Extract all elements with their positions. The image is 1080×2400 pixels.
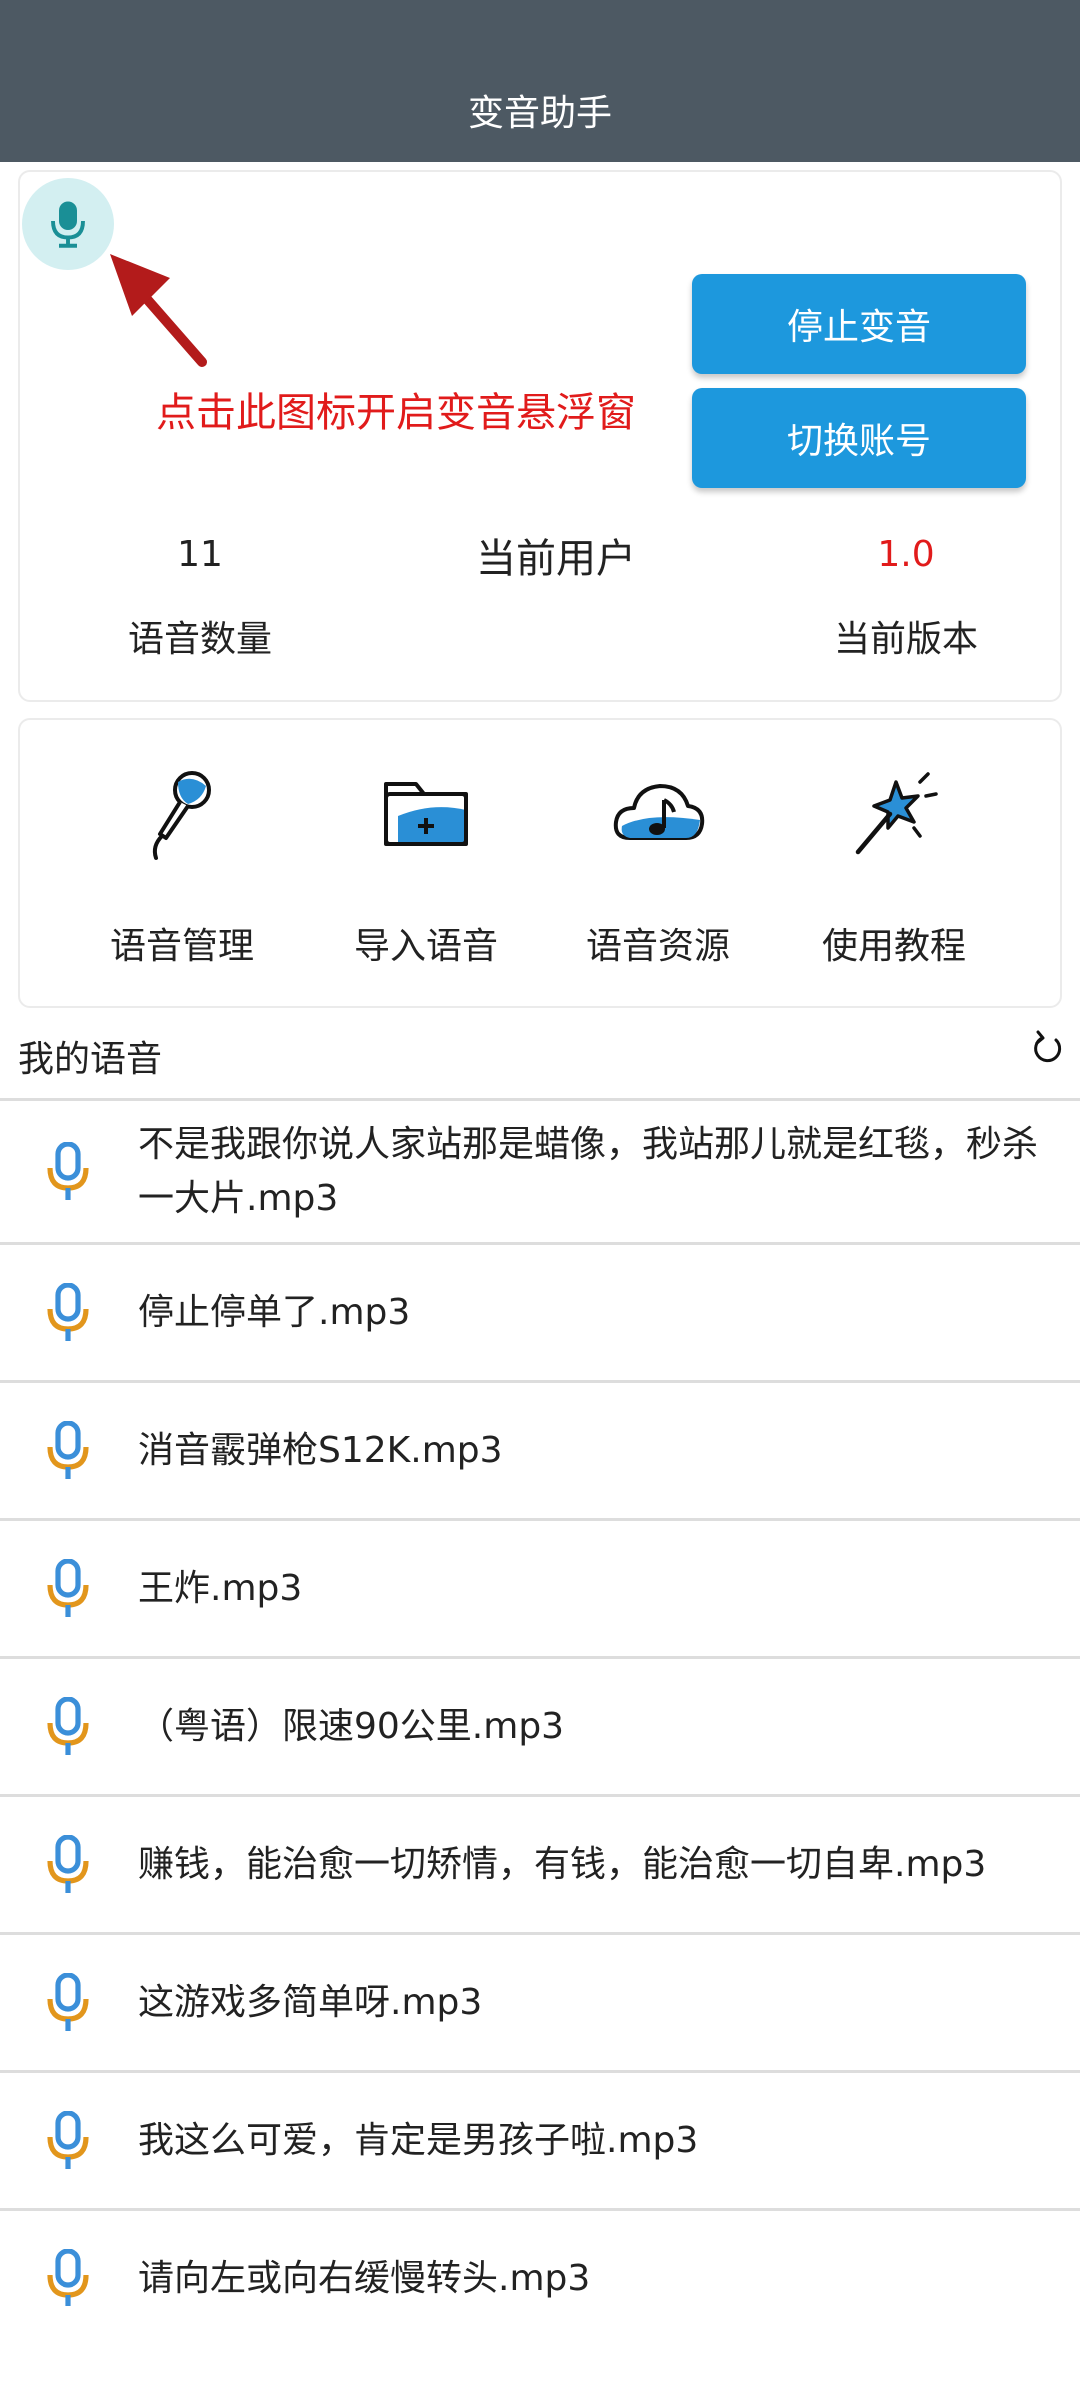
magic-wand-icon: [855, 772, 938, 855]
import-voice-button[interactable]: 导入语音: [306, 742, 546, 982]
hint-arrow-icon: [110, 254, 207, 367]
stop-voice-change-button[interactable]: 停止变音: [692, 274, 1026, 374]
version-value: 1.0: [877, 534, 935, 575]
microphone-icon: [47, 2248, 89, 2306]
voice-list-item[interactable]: 请向左或向右缓慢转头.mp3: [0, 2211, 1080, 2306]
microphone-icon: [47, 1141, 89, 1200]
tutorial-button[interactable]: 使用教程: [774, 742, 1014, 982]
voice-list-item[interactable]: 停止停单了.mp3: [0, 1245, 1080, 1383]
voice-list: 不是我跟你说人家站那是蜡像，我站那儿就是红毯，秒杀一大片.mp3 停止停单了.mp…: [0, 1098, 1080, 2306]
microphone-icon: [47, 1834, 89, 1893]
voice-file-name: 王炸.mp3: [138, 1567, 303, 1609]
folder-add-icon: [384, 782, 468, 846]
floating-mic-button[interactable]: [22, 178, 114, 270]
switch-account-button[interactable]: 切换账号: [692, 388, 1026, 488]
voice-list-item[interactable]: 赚钱，能治愈一切矫情，有钱，能治愈一切自卑.mp3: [0, 1797, 1080, 1935]
voice-list-item[interactable]: 我这么可爱，肯定是男孩子啦.mp3: [0, 2073, 1080, 2211]
voice-management-button[interactable]: 语音管理: [62, 742, 302, 982]
floating-window-hint: 点击此图标开启变音悬浮窗: [156, 390, 636, 436]
tutorial-label: 使用教程: [821, 926, 966, 967]
microphone-icon: [47, 1972, 89, 2031]
voice-list-item[interactable]: 消音霰弹枪S12K.mp3: [0, 1383, 1080, 1521]
voice-file-name: 赚钱，能治愈一切矫情，有钱，能治愈一切自卑.mp3: [138, 1843, 987, 1885]
voice-file-name: 不是我跟你说人家站那是蜡像，我站那儿就是红毯，秒杀一大片.mp3: [138, 1123, 1039, 1219]
voice-file-name: 这游戏多简单呀.mp3: [138, 1981, 483, 2023]
cloud-music-icon: [613, 784, 705, 840]
voice-resources-label: 语音资源: [585, 926, 730, 967]
voice-file-name: 请向左或向右缓慢转头.mp3: [138, 2257, 591, 2299]
current-user-label: 当前用户: [476, 536, 636, 582]
voice-list-item[interactable]: 不是我跟你说人家站那是蜡像，我站那儿就是红毯，秒杀一大片.mp3: [0, 1101, 1080, 1245]
voice-count-value: 11: [177, 534, 223, 575]
import-voice-label: 导入语音: [353, 926, 498, 967]
voice-management-label: 语音管理: [109, 926, 254, 967]
microphone-icon: [47, 1420, 89, 1479]
voice-list-item[interactable]: 王炸.mp3: [0, 1521, 1080, 1659]
voice-file-name: 我这么可爱，肯定是男孩子啦.mp3: [138, 2119, 699, 2161]
refresh-icon[interactable]: [1028, 1024, 1068, 1072]
voice-file-name: 消音霰弹枪S12K.mp3: [138, 1429, 503, 1471]
voice-resources-button[interactable]: 语音资源: [538, 742, 778, 982]
microphone-icon: [47, 2110, 89, 2169]
voice-list-item[interactable]: （粤语）限速90公里.mp3: [0, 1659, 1080, 1797]
microphone-icon: [47, 1558, 89, 1617]
app-title: 变音助手: [467, 93, 612, 134]
voice-list-item[interactable]: 这游戏多简单呀.mp3: [0, 1935, 1080, 2073]
my-voices-title: 我的语音: [18, 1039, 163, 1080]
version-label: 当前版本: [833, 619, 978, 660]
microphone-icon: [51, 201, 85, 248]
voice-file-name: （粤语）限速90公里.mp3: [138, 1705, 565, 1747]
microphone-icon: [152, 771, 211, 860]
microphone-icon: [47, 1282, 89, 1341]
voice-count-label: 语音数量: [127, 619, 272, 660]
app-bar: 变音助手: [0, 0, 1080, 162]
voice-file-name: 停止停单了.mp3: [138, 1291, 411, 1333]
microphone-icon: [47, 1696, 89, 1755]
